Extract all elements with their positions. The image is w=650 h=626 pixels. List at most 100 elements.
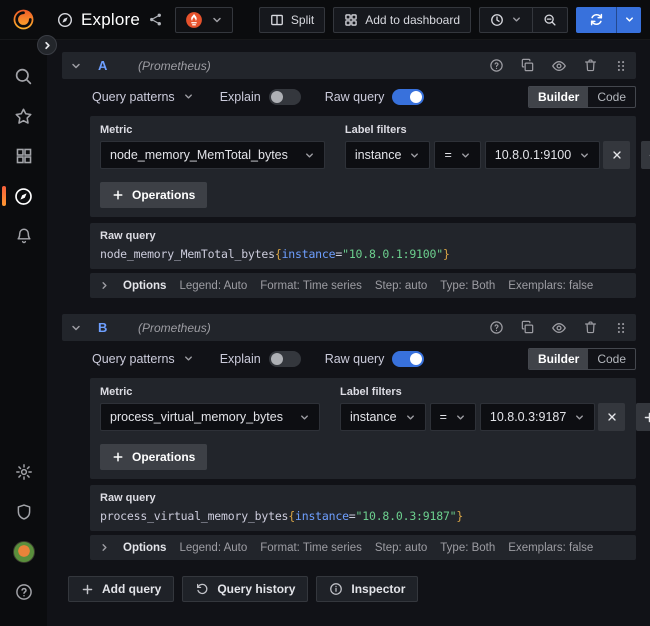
chevron-down-icon (579, 150, 590, 161)
remove-query-trash-icon[interactable] (583, 320, 598, 335)
disable-query-eye-icon[interactable] (551, 320, 567, 336)
filter-value-select[interactable]: 10.8.0.1:9100 (485, 141, 600, 169)
query-editor-row: A (Prometheus) (62, 52, 636, 298)
query-history-label: Query history (217, 582, 295, 596)
inspector-button[interactable]: Inspector (316, 576, 418, 602)
add-to-dashboard-button[interactable]: Add to dashboard (333, 7, 471, 33)
sidebar-item-alerting[interactable] (0, 216, 47, 256)
datasource-picker[interactable] (175, 7, 233, 33)
query-patterns-button[interactable]: Query patterns (90, 90, 196, 104)
raw-query-preview: Raw query process_virtual_memory_bytes{i… (90, 485, 636, 531)
promql-value-token: "10.8.0.3:9187" (356, 509, 457, 523)
label-filters-label: Label filters (340, 386, 650, 398)
sidebar (0, 40, 47, 626)
label-filters-field: Label filters instance = (340, 386, 650, 431)
filter-label-value: instance (355, 148, 402, 162)
duplicate-query-icon[interactable] (520, 58, 535, 73)
metric-select[interactable]: node_memory_MemTotal_bytes (100, 141, 325, 169)
query-row-header[interactable]: B (Prometheus) (62, 314, 636, 341)
info-circle-icon (329, 582, 343, 596)
split-button[interactable]: Split (259, 7, 325, 33)
sidebar-item-server-admin[interactable] (0, 492, 47, 532)
filter-label-select[interactable]: instance (345, 141, 431, 169)
chevron-down-icon (455, 412, 466, 423)
remove-filter-button[interactable] (603, 141, 630, 169)
sidebar-item-explore[interactable] (0, 176, 47, 216)
time-picker-button[interactable] (479, 7, 533, 33)
grafana-logo[interactable] (0, 8, 47, 31)
sidebar-item-dashboards[interactable] (0, 136, 47, 176)
filter-label-select[interactable]: instance (340, 403, 426, 431)
share-icon[interactable] (148, 12, 163, 27)
filter-value-select[interactable]: 10.8.0.3:9187 (480, 403, 595, 431)
drag-handle-icon[interactable] (614, 59, 628, 73)
promql-open-brace: { (275, 247, 282, 261)
search-minus-icon (543, 13, 557, 27)
time-range-group (479, 7, 568, 33)
query-patterns-button[interactable]: Query patterns (90, 352, 196, 366)
sidebar-item-configuration[interactable] (0, 452, 47, 492)
query-editor-row: B (Prometheus) (62, 314, 636, 560)
filter-operator-select[interactable]: = (430, 403, 476, 431)
collapse-chevron-icon[interactable] (70, 322, 82, 334)
close-icon (611, 149, 623, 161)
query-options-collapsed[interactable]: Options Legend: Auto Format: Time series… (90, 273, 636, 298)
promql-close-brace: } (456, 509, 463, 523)
options-type: Type: Both (440, 542, 495, 554)
query-options-collapsed[interactable]: Options Legend: Auto Format: Time series… (90, 535, 636, 560)
filter-operator-select[interactable]: = (434, 141, 480, 169)
builder-mode-button[interactable]: Builder (529, 349, 588, 369)
filter-value-value: 10.8.0.1:9100 (495, 148, 571, 162)
code-mode-button[interactable]: Code (588, 349, 635, 369)
query-help-icon[interactable] (489, 58, 504, 73)
raw-query-toggle[interactable] (392, 89, 424, 105)
zoom-out-time-button[interactable] (533, 7, 568, 33)
chevron-down-icon (183, 353, 194, 364)
sidebar-expand-button[interactable] (37, 35, 57, 55)
chevron-right-icon (99, 542, 110, 553)
sidebar-item-help[interactable] (0, 572, 47, 612)
explain-toggle[interactable] (269, 351, 301, 367)
explain-toggle[interactable] (269, 89, 301, 105)
builder-mode-button[interactable]: Builder (529, 87, 588, 107)
raw-query-code: node_memory_MemTotal_bytes{instance="10.… (100, 247, 626, 261)
duplicate-query-icon[interactable] (520, 320, 535, 335)
remove-query-trash-icon[interactable] (583, 58, 598, 73)
run-query-interval-dropdown[interactable] (616, 7, 641, 33)
sidebar-item-starred[interactable] (0, 96, 47, 136)
drag-handle-icon[interactable] (614, 321, 628, 335)
chevron-down-icon (304, 150, 315, 161)
add-query-button[interactable]: Add query (68, 576, 174, 602)
remove-filter-button[interactable] (598, 403, 625, 431)
collapse-chevron-icon[interactable] (70, 60, 82, 72)
metric-select-value: node_memory_MemTotal_bytes (110, 148, 288, 162)
query-row-header[interactable]: A (Prometheus) (62, 52, 636, 79)
query-history-button[interactable]: Query history (182, 576, 308, 602)
add-filter-button[interactable] (641, 141, 650, 169)
chevron-down-icon (211, 14, 223, 26)
add-query-label: Add query (102, 582, 161, 596)
search-icon (14, 67, 33, 86)
raw-query-toggle-group: Raw query (325, 351, 425, 367)
disable-query-eye-icon[interactable] (551, 58, 567, 74)
raw-query-toggle[interactable] (392, 351, 424, 367)
sidebar-item-profile[interactable] (0, 532, 47, 572)
code-mode-button[interactable]: Code (588, 87, 635, 107)
add-to-dashboard-label: Add to dashboard (365, 13, 460, 27)
sidebar-item-search[interactable] (0, 56, 47, 96)
add-operations-button[interactable]: Operations (100, 182, 207, 208)
run-query-button[interactable] (576, 7, 616, 33)
query-help-icon[interactable] (489, 320, 504, 335)
query-builder-section: Metric process_virtual_memory_bytes Labe… (90, 378, 636, 479)
add-operations-button[interactable]: Operations (100, 444, 207, 470)
add-filter-button[interactable] (636, 403, 650, 431)
raw-query-toggle-group: Raw query (325, 89, 425, 105)
query-rows: A (Prometheus) (62, 52, 636, 560)
close-icon (606, 411, 618, 423)
query-patterns-label: Query patterns (92, 90, 175, 104)
help-question-icon (15, 583, 33, 601)
page-title: Explore (81, 10, 140, 30)
metric-select[interactable]: process_virtual_memory_bytes (100, 403, 320, 431)
options-format: Format: Time series (260, 542, 362, 554)
split-icon (270, 13, 284, 27)
